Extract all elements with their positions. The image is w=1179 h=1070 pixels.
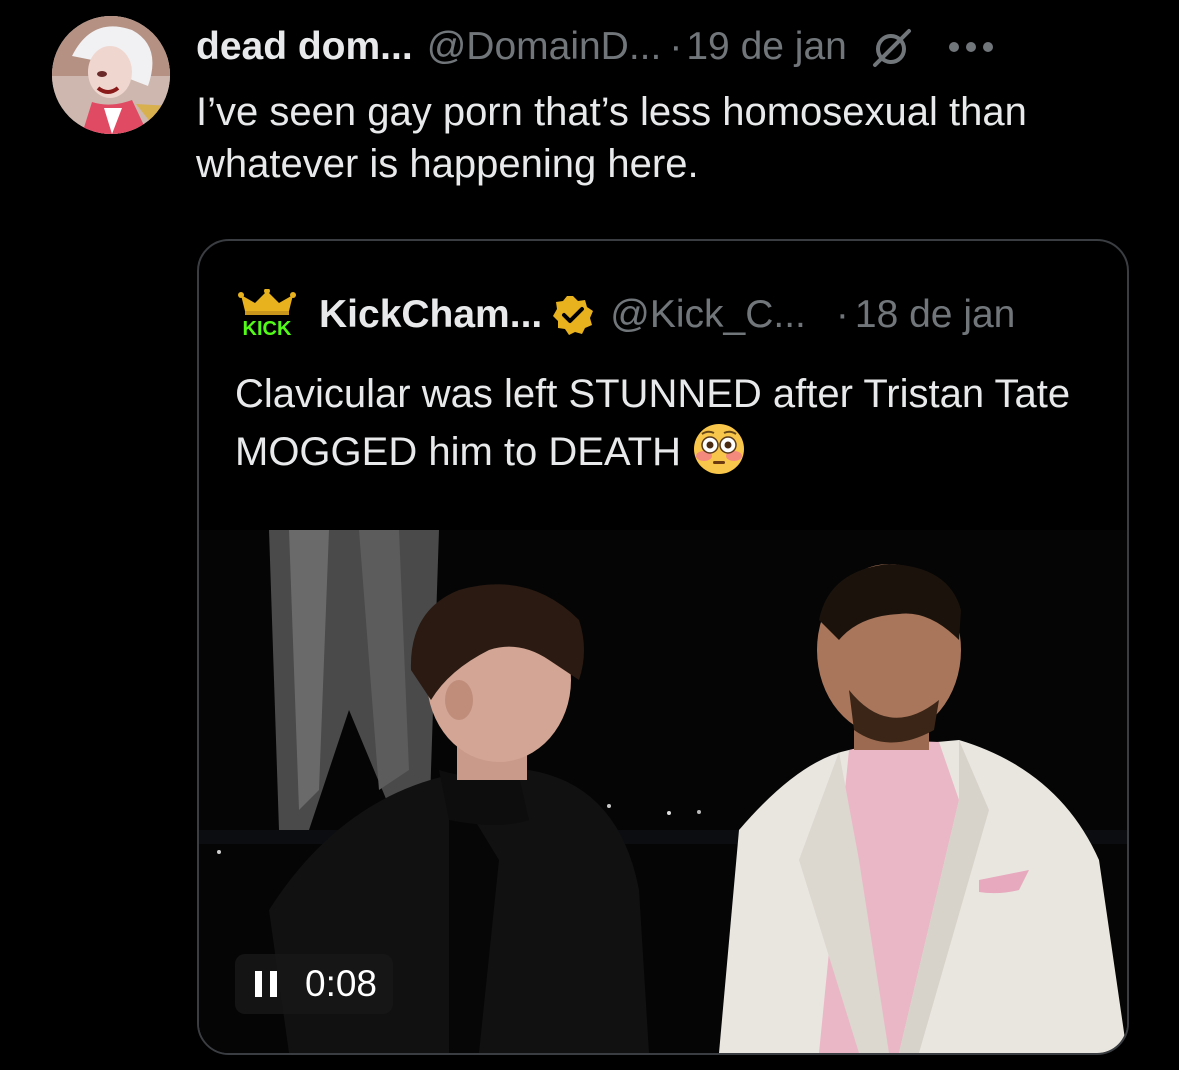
video-player[interactable]: 0:08 bbox=[199, 530, 1127, 1053]
avatar[interactable] bbox=[52, 16, 170, 134]
quoted-tweet-text-block: Clavicular was left STUNNED after Trista… bbox=[235, 365, 1095, 481]
video-timestamp: 0:08 bbox=[305, 963, 378, 1004]
video-play-pause-control[interactable]: 0:08 bbox=[235, 954, 394, 1014]
more-icon[interactable] bbox=[947, 40, 995, 54]
verified-badge-icon bbox=[553, 296, 594, 335]
kick-logo-text: KICK bbox=[243, 318, 292, 340]
quoted-tweet-text: Clavicular was left STUNNED after Trista… bbox=[235, 372, 1071, 474]
nosign-icon[interactable] bbox=[869, 25, 913, 69]
header-separator: · bbox=[669, 25, 683, 68]
quoted-display-name[interactable]: KickCham... bbox=[319, 293, 542, 337]
quoted-separator: · bbox=[835, 293, 849, 336]
pause-icon[interactable] bbox=[253, 969, 279, 999]
quoted-tweet-card[interactable]: KICK KickCham... @Kick_C... · 18 de jan … bbox=[197, 239, 1129, 1055]
flushed-face-icon bbox=[693, 424, 744, 474]
quoted-handle[interactable]: @Kick_C... bbox=[610, 293, 806, 337]
avatar-image bbox=[52, 16, 170, 134]
quoted-date[interactable]: 18 de jan bbox=[855, 293, 1015, 337]
author-display-name[interactable]: dead dom... bbox=[196, 25, 413, 69]
quoted-tweet-header: KICK KickCham... @Kick_C... · 18 de jan bbox=[237, 289, 1015, 341]
tweet-header: dead dom... @DomainD... · 19 de jan bbox=[196, 22, 995, 72]
author-handle[interactable]: @DomainD... bbox=[427, 25, 662, 69]
kick-logo-avatar[interactable]: KICK bbox=[237, 289, 297, 341]
tweet-date[interactable]: 19 de jan bbox=[686, 25, 846, 69]
tweet-text: I’ve seen gay porn that’s less homosexua… bbox=[196, 90, 1027, 186]
